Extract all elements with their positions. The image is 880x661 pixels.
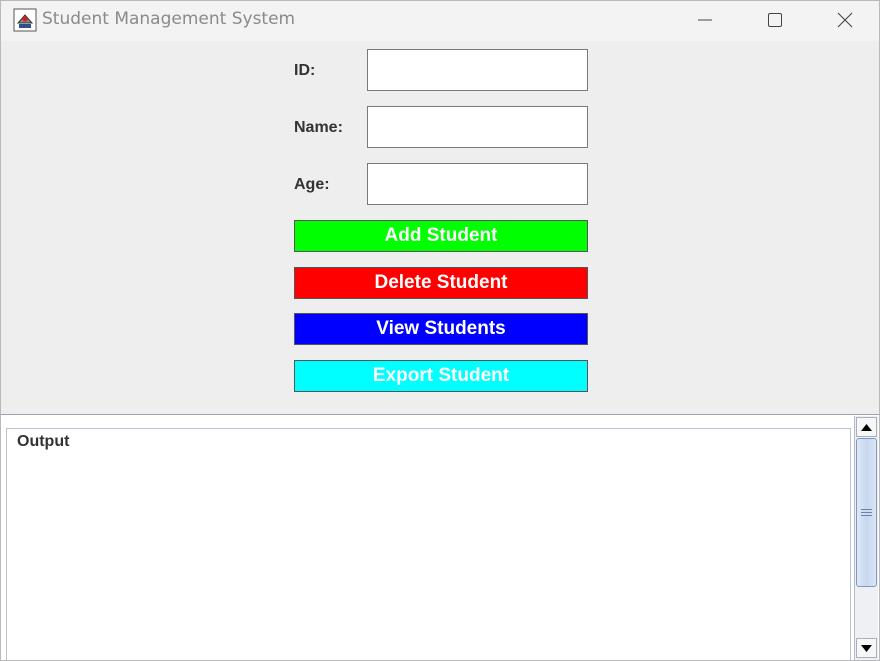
output-scroll-pane: Output [1, 414, 879, 660]
minimize-icon [697, 12, 713, 28]
output-text-area[interactable] [14, 455, 858, 660]
close-icon [837, 12, 853, 28]
add-student-button[interactable]: Add Student [294, 220, 588, 252]
vertical-scrollbar[interactable] [854, 416, 878, 660]
name-field[interactable] [367, 106, 588, 148]
minimize-button[interactable] [670, 1, 740, 39]
grip-icon [861, 507, 872, 518]
title-bar[interactable]: Student Management System [1, 1, 879, 41]
view-students-button[interactable]: View Students [294, 313, 588, 345]
age-field[interactable] [367, 163, 588, 205]
scroll-down-button[interactable] [856, 638, 877, 658]
arrow-up-icon [861, 418, 872, 436]
id-field[interactable] [367, 49, 588, 91]
maximize-button[interactable] [740, 1, 810, 39]
java-cup-icon [13, 8, 37, 32]
export-student-button[interactable]: Export Student [294, 360, 588, 392]
main-window: Student Management System ID: Name: Age:… [0, 0, 880, 661]
close-button[interactable] [810, 1, 879, 39]
maximize-icon [767, 12, 783, 28]
name-label: Name: [294, 119, 343, 136]
delete-student-button[interactable]: Delete Student [294, 267, 588, 299]
window-title: Student Management System [42, 9, 296, 29]
id-label: ID: [294, 62, 316, 79]
arrow-down-icon [861, 639, 872, 657]
output-title: Output [15, 433, 72, 451]
scroll-up-button[interactable] [856, 417, 877, 437]
scroll-thumb[interactable] [856, 438, 877, 587]
output-panel: Output [6, 428, 858, 660]
age-label: Age: [294, 176, 330, 193]
